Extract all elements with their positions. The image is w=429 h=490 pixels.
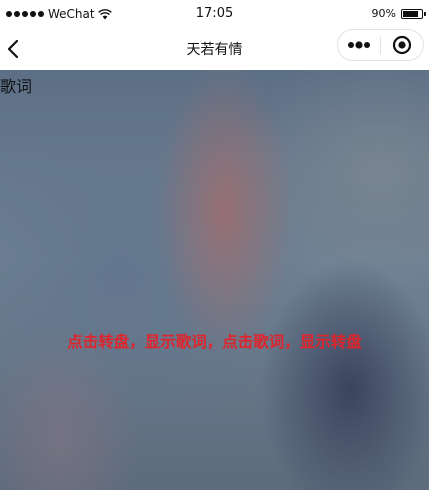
battery-percent: 90% (371, 7, 396, 20)
battery-icon (401, 8, 426, 19)
mini-program-capsule (337, 29, 424, 61)
target-close-icon (392, 35, 412, 55)
more-button[interactable] (338, 30, 380, 60)
player-content: 歌词 点击转盘，显示歌词，点击歌词，显示转盘 (0, 70, 429, 490)
lyrics-label: 歌词 (0, 77, 33, 96)
status-right: 90% (371, 7, 426, 20)
blurred-album-background (0, 70, 429, 490)
status-bar: WeChat 17:05 90% (0, 0, 429, 28)
more-dots-icon (348, 41, 370, 49)
phone-screen: WeChat 17:05 90% 天若有情 歌词 点击转盘，显示歌词，点击歌词，… (0, 0, 429, 490)
toggle-hint-text[interactable]: 点击转盘，显示歌词，点击歌词，显示转盘 (0, 330, 429, 352)
battery-fill (403, 10, 418, 17)
status-time: 17:05 (195, 6, 234, 21)
navigation-bar: 天若有情 (0, 28, 429, 70)
close-button[interactable] (381, 30, 423, 60)
